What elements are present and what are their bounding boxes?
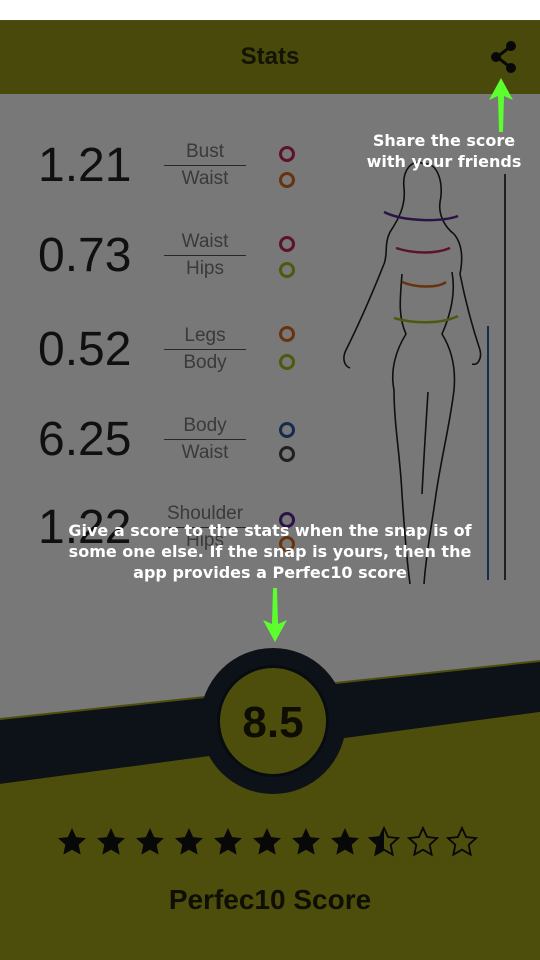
arrow-up-icon: [489, 78, 513, 132]
score-value: 8.5: [242, 698, 304, 747]
body-marker-dot: [279, 422, 295, 438]
star-icon: [175, 828, 203, 855]
star-empty-icon: [407, 826, 439, 857]
ratio-labels: Legs Body: [164, 324, 246, 375]
hips-marker-dot: [279, 262, 295, 278]
ratio-labels: Waist Hips: [164, 230, 246, 281]
star-icon: [97, 828, 125, 855]
ratio-bottom-label: Hips: [185, 258, 224, 279]
stat-row-body-waist: 6.25 Body Waist: [36, 412, 316, 492]
score-label: Perfec10 Score: [168, 884, 372, 915]
star-empty-icon: [446, 826, 478, 857]
star-icon: [136, 828, 164, 855]
score-hint-text: Give a score to the stats when the snap …: [68, 521, 472, 582]
ratio-bottom-label: Body: [183, 352, 227, 373]
ratio-top-label: Legs: [184, 325, 226, 346]
star-icon: [292, 828, 320, 855]
ratio-divider: [164, 439, 246, 440]
stats-screen: Stats 1.21 Bust Waist 0.73 Waist Hips 0.…: [0, 0, 540, 960]
star-icon: [58, 828, 86, 855]
arrow-down-icon: [263, 588, 287, 642]
ratio-top-label: Body: [183, 415, 227, 436]
ratio-top-label: Waist: [181, 231, 229, 252]
ratio-value: 6.25: [38, 413, 132, 466]
ratio-bottom-label: Waist: [181, 442, 229, 463]
waist-marker-dot: [279, 236, 295, 252]
ratio-labels: Body Waist: [164, 414, 246, 465]
ratio-value: 1.21: [38, 139, 132, 192]
app-bar: Stats: [0, 20, 540, 95]
ratio-labels: Bust Waist: [164, 140, 246, 191]
share-hint-text: Share the score with your friends: [366, 131, 522, 171]
page-title: Stats: [240, 43, 300, 70]
ratio-value: 0.73: [38, 229, 132, 282]
body-marker-dot: [279, 354, 295, 370]
ratio-bottom-label: Waist: [181, 168, 229, 189]
star-icon: [214, 828, 242, 855]
ratio-value: 0.52: [38, 323, 132, 376]
height-scale-line: [504, 174, 506, 580]
bust-marker-dot: [279, 146, 295, 162]
ratio-divider: [164, 349, 246, 350]
stat-row-waist-hips: 0.73 Waist Hips: [36, 228, 316, 308]
star-icon: [331, 828, 359, 855]
ratio-divider: [164, 255, 246, 256]
star-half-icon: [368, 826, 400, 857]
legs-marker-dot: [279, 326, 295, 342]
stat-row-legs-body: 0.52 Legs Body: [36, 322, 316, 402]
score-badge: 8.5: [217, 665, 329, 777]
star-icon: [253, 828, 281, 855]
waist-marker-dot: [279, 446, 295, 462]
ratio-divider: [164, 165, 246, 166]
share-icon: [491, 41, 516, 73]
leg-scale-line: [487, 326, 489, 580]
share-button[interactable]: [484, 37, 524, 77]
ratio-top-label: Bust: [185, 141, 225, 162]
stat-row-bust-waist: 1.21 Bust Waist: [36, 138, 316, 218]
status-bar: [0, 0, 540, 20]
waist-marker-dot: [279, 172, 295, 188]
score-ring[interactable]: 8.5: [200, 648, 346, 794]
